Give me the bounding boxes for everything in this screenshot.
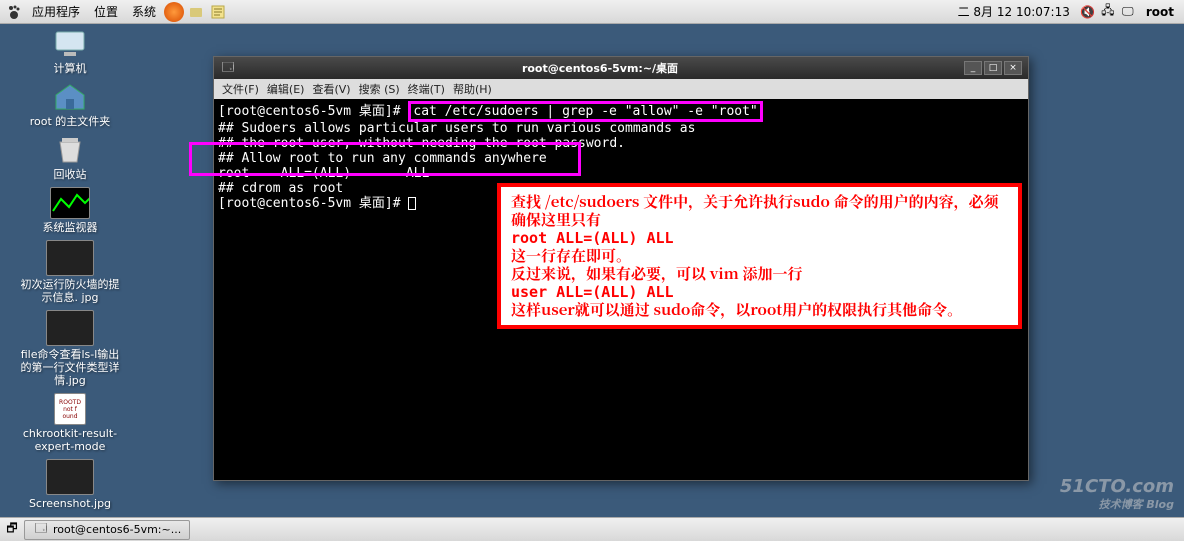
titlebar[interactable]: 🗔 root@centos6-5vm:~/桌面 _ □ × xyxy=(214,57,1028,79)
show-desktop-icon[interactable]: 🗗 xyxy=(4,522,20,538)
cursor xyxy=(408,197,416,210)
menu-search[interactable]: 搜索 (S) xyxy=(355,81,404,97)
gnome-foot-icon[interactable] xyxy=(4,2,24,22)
anno-line: 这样user就可以通过 sudo命令，以root用户的权限执行其他命令。 xyxy=(511,301,1008,319)
taskbar-terminal-button[interactable]: 🗔 root@centos6-5vm:~... xyxy=(24,520,190,540)
anno-line: 反过来说，如果有必要，可以 vim 添加一行 xyxy=(511,265,1008,283)
menu-help[interactable]: 帮助(H) xyxy=(449,81,496,97)
menu-view[interactable]: 查看(V) xyxy=(308,81,354,97)
terminal-window: 🗔 root@centos6-5vm:~/桌面 _ □ × 文件(F) 编辑(E… xyxy=(213,56,1029,481)
watermark: 51CTO.com 技术博客 Blog xyxy=(1060,478,1174,514)
display-icon[interactable]: 🖵 xyxy=(1120,4,1136,20)
panel-left: 应用程序 位置 系统 xyxy=(4,2,228,22)
file-manager-icon[interactable] xyxy=(186,2,206,22)
terminal-icon: 🗔 xyxy=(33,522,49,538)
mouse-cursor-icon: ↖ xyxy=(608,388,620,404)
watermark-main: 51CTO.com xyxy=(1060,478,1174,496)
anno-line: 查找 /etc/sudoers 文件中，关于允许执行sudo 命令的用户的内容，… xyxy=(511,193,1008,229)
desktop-icon-ls-jpg[interactable]: file命令查看ls-l输出的第一行文件类型详情.jpg xyxy=(20,310,120,387)
label: 回收站 xyxy=(54,168,87,181)
highlight-box-2 xyxy=(189,142,581,176)
close-button[interactable]: × xyxy=(1004,61,1022,75)
window-title: root@centos6-5vm:~/桌面 xyxy=(236,60,964,76)
desktop-icons: 计算机 root 的主文件夹 回收站 系统监视器 初次运行防火墙的提示信息. j… xyxy=(20,28,120,510)
taskbar-label: root@centos6-5vm:~... xyxy=(53,523,181,536)
desktop-icon-firewall-jpg[interactable]: 初次运行防火墙的提示信息. jpg xyxy=(20,240,120,304)
desktop-icon-home[interactable]: root 的主文件夹 xyxy=(20,81,120,128)
desktop-icon-trash[interactable]: 回收站 xyxy=(20,134,120,181)
menu-file[interactable]: 文件(F) xyxy=(218,81,263,97)
annotation-box: 查找 /etc/sudoers 文件中，关于允许执行sudo 命令的用户的内容，… xyxy=(497,183,1022,329)
label: root 的主文件夹 xyxy=(30,115,111,128)
highlighted-command: cat /etc/sudoers | grep -e "allow" -e "r… xyxy=(408,101,762,122)
window-buttons: _ □ × xyxy=(964,61,1022,75)
menu-terminal[interactable]: 终端(T) xyxy=(404,81,449,97)
panel-right: 二 8月 12 10:07:13 🔇 🖧 🖵 root xyxy=(952,3,1180,20)
menubar: 文件(F) 编辑(E) 查看(V) 搜索 (S) 终端(T) 帮助(H) xyxy=(214,79,1028,99)
menu-applications[interactable]: 应用程序 xyxy=(26,3,86,20)
menu-edit[interactable]: 编辑(E) xyxy=(263,81,309,97)
desktop-icon-chkrootkit[interactable]: ROOTDnot found chkrootkit-result-expert-… xyxy=(20,393,120,453)
menu-places[interactable]: 位置 xyxy=(88,3,124,20)
prompt: [root@centos6-5vm 桌面]# xyxy=(218,196,408,211)
label: file命令查看ls-l输出的第一行文件类型详情.jpg xyxy=(20,348,120,387)
bottom-panel: 🗗 🗔 root@centos6-5vm:~... xyxy=(0,517,1184,541)
desktop-icon-computer[interactable]: 计算机 xyxy=(20,28,120,75)
top-panel: 应用程序 位置 系统 二 8月 12 10:07:13 🔇 🖧 🖵 root xyxy=(0,0,1184,24)
prompt: [root@centos6-5vm 桌面]# xyxy=(218,104,408,119)
menu-system[interactable]: 系统 xyxy=(126,3,162,20)
label: 计算机 xyxy=(54,62,87,75)
user-menu[interactable]: root xyxy=(1140,5,1180,19)
firefox-icon[interactable] xyxy=(164,2,184,22)
label: chkrootkit-result-expert-mode xyxy=(20,427,120,453)
notes-icon[interactable] xyxy=(208,2,228,22)
minimize-button[interactable]: _ xyxy=(964,61,982,75)
output-line: ## Sudoers allows particular users to ru… xyxy=(218,121,1024,136)
clock[interactable]: 二 8月 12 10:07:13 xyxy=(952,3,1076,20)
maximize-button[interactable]: □ xyxy=(984,61,1002,75)
window-icon: 🗔 xyxy=(220,60,236,76)
desktop-icon-screenshot[interactable]: Screenshot.jpg xyxy=(20,459,120,510)
label: 初次运行防火墙的提示信息. jpg xyxy=(20,278,120,304)
label: 系统监视器 xyxy=(43,221,98,234)
volume-icon[interactable]: 🔇 xyxy=(1080,4,1096,20)
network-icon[interactable]: 🖧 xyxy=(1100,4,1116,20)
watermark-sub: 技术博客 Blog xyxy=(1060,496,1174,514)
terminal-output[interactable]: [root@centos6-5vm 桌面]# cat /etc/sudoers … xyxy=(214,99,1028,480)
label: Screenshot.jpg xyxy=(29,497,111,510)
desktop-icon-sysmonitor[interactable]: 系统监视器 xyxy=(20,187,120,234)
